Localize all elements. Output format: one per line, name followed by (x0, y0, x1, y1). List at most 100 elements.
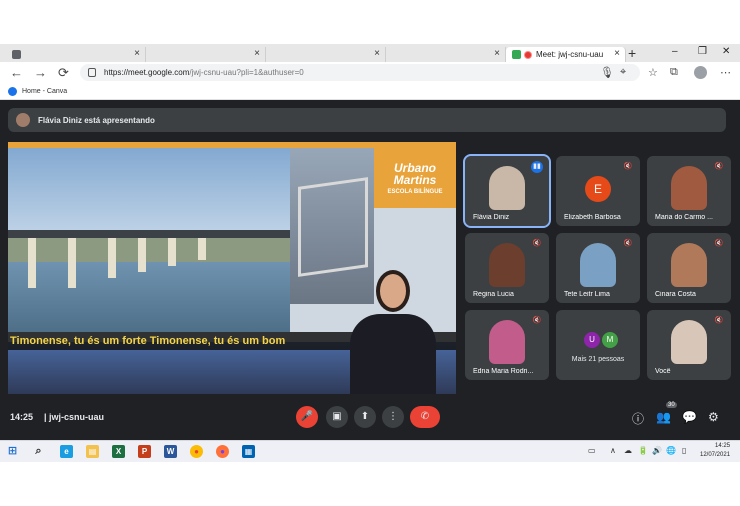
excel-icon[interactable]: X (112, 445, 125, 458)
tab-close-icon[interactable]: × (614, 48, 620, 59)
mic-off-icon: 🔇 (532, 317, 542, 324)
tab-close-icon[interactable]: × (254, 48, 260, 59)
word-icon[interactable]: W (164, 445, 177, 458)
tray-chevron-icon[interactable]: ∧ (610, 446, 616, 455)
people-icon[interactable]: 👥 (656, 410, 671, 424)
activities-icon[interactable]: ⚙ (708, 410, 719, 424)
people-count-badge: 30 (666, 402, 677, 408)
microphone-icon[interactable]: 🎙 (600, 66, 614, 79)
logo-line-2: Martins (393, 172, 437, 187)
tab-close-icon[interactable]: × (134, 48, 140, 59)
participant-name: Maria do Carmo ... (655, 214, 713, 221)
participant-initial-avatar: M (602, 332, 618, 348)
recording-icon (524, 50, 532, 59)
meeting-code: | jwj-csnu-uau (44, 412, 105, 422)
bridge-pillar (108, 238, 116, 278)
chrome-icon[interactable]: ● (190, 445, 203, 458)
participant-video (671, 320, 707, 364)
system-clock[interactable]: 14:25 12/07/2021 (700, 442, 730, 460)
camera-toggle-button[interactable]: ▣ (326, 406, 348, 428)
photos-icon[interactable]: ▦ (242, 445, 255, 458)
search-icon[interactable]: ⌕ (32, 445, 45, 458)
tray-battery-icon[interactable]: 🔋 (638, 446, 648, 455)
participant-tile[interactable]: 🔇 Cinara Costa (647, 233, 731, 303)
url-text: https://meet.google.com/jwj-csnu-uau?pli… (104, 68, 304, 77)
more-avatars: U M (584, 332, 620, 348)
browser-tab-meet[interactable]: Meet: jwj-csnu-uau × (506, 47, 626, 62)
reload-button[interactable]: ⟳ (58, 65, 69, 81)
bridge-pillar (68, 238, 76, 288)
browser-tab-1[interactable]: × (6, 47, 146, 62)
firefox-icon[interactable]: ● (216, 445, 229, 458)
maximize-button[interactable]: ❐ (698, 46, 707, 57)
favorites-star-icon[interactable]: ☆ (648, 66, 658, 79)
mic-off-icon: 🔇 (623, 240, 633, 247)
browser-tab-4[interactable]: × (386, 47, 506, 62)
mic-toggle-button[interactable]: 🎤 (296, 406, 318, 428)
forward-button[interactable]: → (34, 65, 47, 80)
sign-language-interpreter (342, 270, 442, 394)
bookmark-home-canva[interactable]: Home - Canva (22, 88, 67, 95)
url-input[interactable]: https://meet.google.com/jwj-csnu-uau?pli… (80, 64, 640, 81)
participant-tile[interactable]: 🔇 Edna Maria Rodri... (465, 310, 549, 380)
leave-call-button[interactable]: ✆ (410, 406, 440, 428)
presenting-text: Flávia Diniz está apresentando (38, 115, 155, 125)
tray-volume-icon[interactable]: 🔊 (652, 446, 662, 455)
participant-video (489, 320, 525, 364)
participant-video (580, 243, 616, 287)
profile-avatar[interactable] (694, 66, 707, 79)
bridge-pillar (198, 238, 206, 260)
speaking-indicator-icon: ▮▮ (531, 161, 543, 173)
new-tab-button[interactable]: + (628, 45, 636, 61)
canva-favicon-icon (8, 87, 17, 96)
bookmarks-bar: Home - Canva (0, 84, 740, 100)
participant-initial-avatar: E (585, 176, 611, 202)
back-button[interactable]: ← (10, 65, 23, 80)
tray-display-icon[interactable]: ▯ (682, 446, 686, 455)
more-menu-icon[interactable]: ⋯ (720, 66, 731, 79)
present-now-button[interactable]: ⬆ (354, 406, 376, 428)
interpreter-head (376, 270, 410, 312)
tab-close-icon[interactable]: × (494, 48, 500, 59)
participant-tile[interactable]: 🔇 Regina Lucia (465, 233, 549, 303)
mic-off-icon: 🔇 (714, 240, 724, 247)
participant-video (671, 243, 707, 287)
windows-taskbar: ⊞ ⌕ e ▤ X P W ● ● ▦ ▭ ∧ ☁ 🔋 🔊 🌐 ▯ 14:25 … (0, 440, 740, 462)
meeting-details-icon[interactable]: ⓘ (632, 410, 644, 427)
browser-window: × × × × Meet: jwj-csnu-uau × + – ❐ ✕ ← →… (0, 44, 740, 100)
participant-name: Regina Lucia (473, 291, 514, 298)
tray-network-icon[interactable]: 🌐 (666, 446, 676, 455)
photo-bridge-deck (8, 230, 290, 238)
browser-tab-3[interactable]: × (266, 47, 386, 62)
tab-close-icon[interactable]: × (374, 48, 380, 59)
powerpoint-icon[interactable]: P (138, 445, 151, 458)
participant-name: Cinara Costa (655, 291, 696, 298)
close-window-button[interactable]: ✕ (722, 46, 730, 57)
participant-tile[interactable]: 🔇 Maria do Carmo ... (647, 156, 731, 226)
participant-tile[interactable]: E 🔇 Elizabeth Barbosa (556, 156, 640, 226)
participant-name: Tete Leitr Lima (564, 291, 610, 298)
participant-initial-avatar: U (584, 332, 600, 348)
participant-tile[interactable]: 🔇 Tete Leitr Lima (556, 233, 640, 303)
meeting-time: 14:25 (10, 412, 34, 422)
edge-icon[interactable]: e (60, 445, 73, 458)
meet-favicon-icon (512, 50, 521, 59)
interpreter-body (350, 314, 436, 394)
site-permissions-icon[interactable]: ⌖ (620, 66, 626, 79)
participant-video (489, 166, 525, 210)
start-button[interactable]: ⊞ (6, 445, 19, 458)
mic-off-icon: 🔇 (623, 163, 633, 170)
more-participants-tile[interactable]: U M Mais 21 pessoas (556, 310, 640, 380)
self-tile[interactable]: 🔇 Você (647, 310, 731, 380)
file-explorer-icon[interactable]: ▤ (86, 445, 99, 458)
participant-tile[interactable]: ▮▮ Flávia Diniz (463, 154, 551, 228)
collections-icon[interactable]: ⧉ (670, 66, 678, 79)
more-options-button[interactable]: ⋮ (382, 406, 404, 428)
minimize-button[interactable]: – (672, 46, 678, 57)
chat-icon[interactable]: 💬 (682, 410, 697, 424)
bottom-margin (0, 462, 740, 506)
tray-onedrive-icon[interactable]: ☁ (624, 446, 632, 455)
browser-tab-2[interactable]: × (146, 47, 266, 62)
tray-keyboard-icon[interactable]: ▭ (588, 446, 596, 455)
bridge-pillar (28, 238, 36, 288)
